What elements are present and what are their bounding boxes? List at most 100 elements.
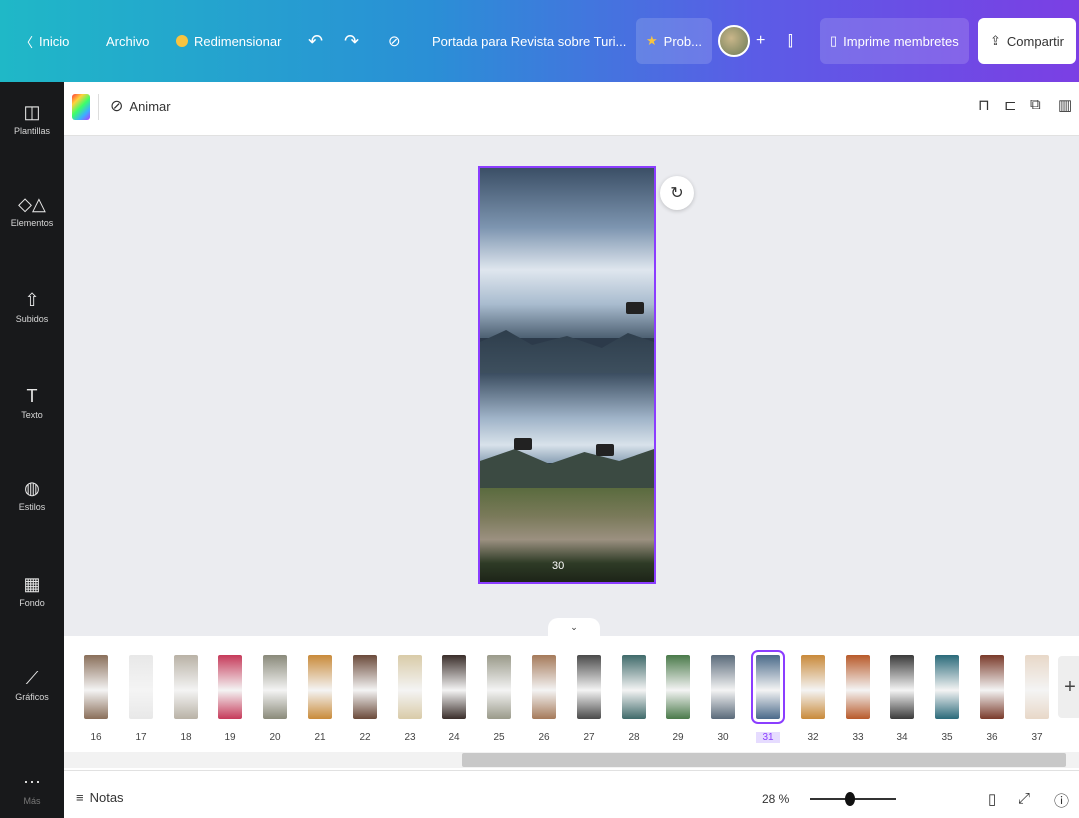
page-number: 30 (552, 560, 565, 572)
pro-button[interactable]: ★ Prob... (636, 0, 712, 82)
template-icon: ◫ (23, 102, 41, 122)
zoom-percentage[interactable]: 28 % (762, 792, 789, 806)
page-thumbnail[interactable] (846, 655, 870, 719)
sidebar-item-label: Elementos (10, 218, 54, 228)
sidebar-item-label: Subidos (15, 314, 49, 324)
sidebar-item-background[interactable]: ▦ Fondo (0, 574, 64, 608)
trash-icon[interactable]: ▥ (1058, 96, 1072, 114)
save-status-button[interactable]: ⊘ (388, 0, 401, 82)
page-thumbnail[interactable] (577, 655, 601, 719)
page-thumbnail[interactable] (666, 655, 690, 719)
page-thumbnail-label: 24 (448, 732, 460, 743)
file-menu-label: Archivo (106, 33, 150, 49)
page-thumbnail-label: 33 (852, 732, 864, 743)
page-thumbnail[interactable] (174, 655, 198, 719)
sidebar-item-elements[interactable]: ◇△ Elementos (0, 194, 64, 228)
bar-chart-icon: ⫿ (788, 32, 793, 50)
duplicate-page-icon[interactable]: ⧉ (1030, 96, 1041, 113)
refresh-icon: ↻ (670, 185, 684, 202)
sidebar-item-charts[interactable]: ⟋ Gráficos (0, 668, 64, 702)
page-thumbnail-label: 21 (314, 732, 326, 743)
animate-button[interactable]: ⊘ Animar (110, 96, 171, 116)
share-icon: ⇪ (990, 33, 1001, 48)
page-thumbnail-label: 26 (538, 732, 550, 743)
sidebar-item-label: Texto (21, 410, 43, 420)
undo-button[interactable]: ↶ (308, 0, 323, 82)
color-picker-button[interactable] (72, 94, 90, 120)
page-thumbnail-label: 17 (135, 732, 147, 743)
resize-button[interactable]: Redimensionar (176, 0, 281, 82)
page-thumbnail-label: 32 (807, 732, 819, 743)
page-thumbnail-label: 23 (404, 732, 416, 743)
page-thumbnail[interactable] (711, 655, 735, 719)
shapes-icon: ◇△ (18, 194, 46, 214)
page-thumbnail[interactable] (935, 655, 959, 719)
file-menu[interactable]: Archivo (106, 0, 149, 82)
left-sidebar: ◫ Plantillas ◇△ Elementos ⇧ Subidos T Te… (0, 82, 64, 818)
page-thumbnail[interactable] (129, 655, 153, 719)
page-thumbnail[interactable] (442, 655, 466, 719)
page-thumbnail[interactable] (751, 650, 785, 724)
page-thumbnail[interactable] (218, 655, 242, 719)
sidebar-item-more[interactable]: ⋯ Más (0, 772, 64, 806)
page-thumbnail[interactable] (532, 655, 556, 719)
home-label: Inicio (39, 33, 70, 49)
page-thumbnail-label: 36 (986, 732, 998, 743)
notes-button[interactable]: ≡ Notas (76, 790, 124, 805)
page-thumbnail-label: 37 (1031, 732, 1043, 743)
insights-button[interactable]: ⫿ (788, 0, 793, 82)
zoom-slider-handle[interactable] (845, 792, 855, 806)
user-avatar (718, 25, 750, 57)
image-tag[interactable] (514, 438, 532, 450)
document-title-text: Portada para Revista sobre Turi... (432, 33, 627, 49)
image-tag[interactable] (626, 302, 644, 314)
chevron-down-icon: ⌄ (570, 621, 578, 632)
share-button[interactable]: ⇪ Compartir (978, 0, 1076, 82)
page-thumbnail[interactable] (308, 655, 332, 719)
page-thumbnail[interactable] (1025, 655, 1049, 719)
collapse-pages-button[interactable]: ⌄ (548, 618, 600, 636)
more-icon: ⋯ (23, 772, 41, 792)
upload-icon: ⇧ (24, 290, 40, 310)
page-thumbnail[interactable] (353, 655, 377, 719)
bottom-bar (64, 770, 1079, 818)
crown-icon (176, 35, 188, 47)
sidebar-item-styles[interactable]: ◍ Estilos (0, 478, 64, 512)
add-page-icon[interactable]: ⊏ (1004, 96, 1017, 114)
document-icon: ▯ (830, 33, 838, 48)
page-thumbnail[interactable] (263, 655, 287, 719)
document-title[interactable]: Portada para Revista sobre Turi... (432, 0, 626, 82)
print-button[interactable]: ▯ Imprime membretes (820, 0, 969, 82)
palette-icon: ◍ (24, 478, 40, 498)
cloud-check-icon: ⊘ (388, 33, 401, 50)
sidebar-item-uploads[interactable]: ⇧ Subidos (0, 290, 64, 324)
design-page[interactable]: 30 (478, 166, 656, 584)
home-link[interactable]: 〈 Inicio (20, 0, 69, 82)
valley-photo (480, 488, 654, 582)
regenerate-button[interactable]: ↻ (660, 176, 694, 210)
avatar[interactable]: + (718, 0, 765, 82)
sidebar-item-label: Gráficos (15, 692, 49, 702)
page-thumbnail[interactable] (84, 655, 108, 719)
add-collaborator-icon[interactable]: + (756, 32, 765, 50)
page-thumbnail[interactable] (398, 655, 422, 719)
text-icon: T (26, 386, 38, 406)
page-count-icon[interactable]: ▯ (988, 790, 996, 808)
page-thumbnail[interactable] (487, 655, 511, 719)
undo-icon: ↶ (308, 30, 324, 51)
scrollbar-thumb[interactable] (462, 753, 1066, 767)
help-icon[interactable]: ⓘ (1054, 790, 1069, 811)
sidebar-item-templates[interactable]: ◫ Plantillas (0, 102, 64, 136)
fullscreen-icon[interactable]: ⤢ (1018, 790, 1030, 807)
add-page-button[interactable]: + (1058, 656, 1079, 718)
page-thumbnail[interactable] (801, 655, 825, 719)
sidebar-item-text[interactable]: T Texto (0, 386, 64, 420)
redo-button[interactable]: ↷ (344, 0, 359, 82)
divider (98, 94, 99, 120)
page-thumbnail[interactable] (890, 655, 914, 719)
page-thumbnail[interactable] (622, 655, 646, 719)
image-tag[interactable] (596, 444, 614, 456)
page-thumbnail[interactable] (980, 655, 1004, 719)
page-thumbnail-label: 22 (359, 732, 371, 743)
lock-icon[interactable]: ⊓ (978, 96, 990, 114)
